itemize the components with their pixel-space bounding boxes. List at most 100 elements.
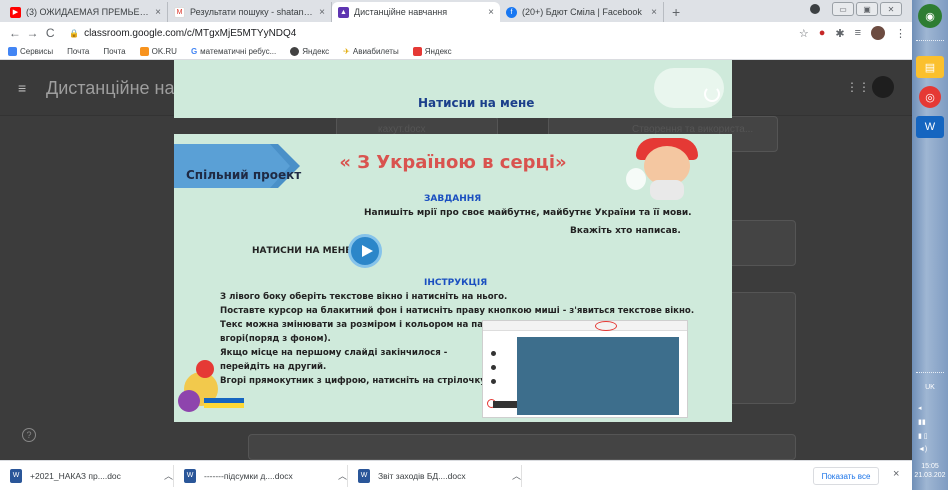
instruction-line: Поставте курсор на блакитний фон і натис… — [220, 306, 695, 316]
task-text: Напишіть мрії про своє майбутнє, майбутн… — [364, 208, 692, 218]
maximize-button[interactable]: ▣ — [856, 2, 878, 16]
press-me-label: НАТИСНИ НА МЕНЕ — [252, 246, 352, 256]
slide-top-preview: Натисни на мене — [174, 60, 732, 118]
instruction-line: Текс можна змінювати за розміром і кольо… — [220, 320, 505, 330]
back-button[interactable]: ← — [6, 26, 24, 40]
address-bar[interactable]: 🔒 classroom.google.com/c/MTgxMjE5MTYyNDQ… — [65, 24, 793, 42]
clock-date: 21.03.202 — [914, 472, 946, 479]
bookmark-yandex-2[interactable]: Яндекс — [412, 47, 452, 56]
playlist-icon[interactable]: ≡ — [855, 27, 861, 39]
ok-icon — [139, 47, 149, 56]
instruction-line: Вгорі прямокутник з цифрою, натисніть на… — [220, 376, 490, 386]
account-avatar[interactable] — [872, 76, 894, 98]
extension-icon[interactable]: ● — [819, 27, 826, 39]
apps-grid-icon — [8, 47, 17, 56]
instruction-heading: ІНСТРУКЦІЯ — [424, 278, 488, 288]
help-icon[interactable]: ? — [22, 428, 36, 442]
tab-title: Результати пошуку - shatan80@ — [190, 7, 314, 17]
bookmark-mail-1[interactable]: Почта — [67, 47, 89, 56]
download-item[interactable]: W -------підсумки д....docx ︿ — [184, 464, 348, 487]
taskbar-grip — [916, 40, 944, 43]
close-icon[interactable]: × — [319, 7, 325, 18]
play-icon[interactable] — [348, 234, 382, 268]
screenshot-canvas — [517, 337, 679, 415]
close-icon[interactable]: × — [155, 7, 161, 18]
toolbar-icons: ☆ ● ✱ ≡ ⋮ — [799, 26, 906, 40]
bookmark-label: Яндекс — [302, 47, 330, 56]
screenshot-toolbar — [483, 321, 687, 331]
instruction-line: Якщо місце на першому слайді закінчилося… — [220, 348, 448, 358]
forward-button[interactable]: → — [24, 26, 42, 40]
chrome-icon[interactable]: ◎ — [919, 86, 941, 108]
tab-gmail-search[interactable]: M Результати пошуку - shatan80@ × — [168, 2, 332, 22]
show-all-button[interactable]: Показать все — [813, 467, 879, 485]
task-heading: ЗАВДАННЯ — [424, 194, 482, 204]
minimize-button[interactable]: ▭ — [832, 2, 854, 16]
puzzle-icon[interactable]: ✱ — [835, 27, 844, 40]
close-icon[interactable]: × — [651, 7, 657, 18]
highlight-circle — [595, 321, 617, 331]
word-icon[interactable]: W — [916, 116, 944, 138]
bookmark-services[interactable]: Сервисы — [8, 47, 53, 56]
taskbar-grip — [916, 372, 944, 375]
chevron-up-icon[interactable]: ︿ — [164, 469, 173, 482]
star-icon[interactable]: ☆ — [799, 27, 809, 40]
bookmark-label: Сервисы — [20, 47, 54, 56]
folder-icon[interactable]: ▤ — [916, 56, 944, 78]
close-downloads-icon[interactable]: × — [893, 468, 899, 480]
reload-button[interactable]: C — [41, 26, 59, 40]
chevron-up-icon[interactable]: ︿ — [338, 469, 347, 482]
bookmark-avia[interactable]: ✈ Авиабилеты — [343, 47, 399, 56]
download-item[interactable]: W Звіт заходів БД....docx ︿ — [358, 464, 522, 487]
task-text-2: Вкажіть хто написав. — [570, 226, 681, 236]
tab-classroom[interactable]: ▲ Дистанційне навчання × — [332, 2, 500, 22]
word-doc-icon: W — [184, 468, 196, 483]
volume-icon[interactable]: ◄) — [918, 446, 927, 453]
bookmark-mail-2[interactable]: Почта — [103, 47, 125, 56]
new-tab-button[interactable]: + — [672, 2, 680, 22]
word-doc-icon: W — [10, 468, 22, 483]
clock[interactable]: 15:05 21.03.202 — [912, 462, 948, 480]
project-slide: Спільний проект « З Україною в серці» ЗА… — [174, 134, 732, 422]
download-item[interactable]: W +2021_НАКАЗ пр....doc ︿ — [10, 464, 174, 487]
screen: ▶ (3) ОЖИДАЕМАЯ ПРЕМЬЕРА 20 × M Результа… — [0, 0, 948, 490]
girl-body-decoration — [650, 180, 684, 200]
swirl-decoration — [704, 86, 720, 102]
instruction-screenshot — [482, 320, 688, 418]
bookmark-label: OK.RU — [151, 47, 177, 56]
bookmark-label: Авиабилеты — [352, 47, 399, 56]
bookmark-label: Почта — [103, 47, 126, 56]
signal-icon[interactable]: ▮ ▯ — [918, 432, 928, 440]
bookmark-okru[interactable]: OK.RU — [139, 47, 177, 56]
profile-avatar[interactable] — [871, 26, 886, 40]
instruction-line: вгорі(поряд з фоном). — [220, 334, 331, 344]
tab-strip: ▶ (3) ОЖИДАЕМАЯ ПРЕМЬЕРА 20 × M Результа… — [0, 0, 912, 22]
close-icon[interactable]: × — [488, 7, 494, 18]
press-me-button-label[interactable]: Натисни на мене — [418, 96, 534, 110]
record-icon — [810, 4, 820, 14]
bookmark-yandex-1[interactable]: Яндекс — [290, 47, 329, 56]
tab-title: (20+) Бдют Сміла | Facebook — [522, 7, 642, 17]
download-name: Звіт заходів БД....docx — [378, 470, 466, 481]
bookmarks-bar: Сервисы Почта Почта OK.RU Gматематичні р… — [0, 44, 912, 60]
language-indicator[interactable]: UK — [912, 384, 948, 391]
tab-facebook[interactable]: f (20+) Бдют Сміла | Facebook × — [500, 2, 664, 22]
start-orb-icon[interactable]: ◉ — [918, 4, 942, 28]
address-toolbar: ← → C 🔒 classroom.google.com/c/MTgxMjE5M… — [0, 22, 912, 44]
chevron-up-icon[interactable]: ︿ — [512, 469, 521, 482]
bookmark-rebus[interactable]: Gматематичні ребус... — [191, 47, 276, 56]
instruction-line: перейдіть на другий. — [220, 362, 327, 372]
close-window-button[interactable]: ✕ — [880, 2, 902, 16]
tool-dot — [491, 365, 496, 370]
tab-youtube[interactable]: ▶ (3) ОЖИДАЕМАЯ ПРЕМЬЕРА 20 × — [4, 2, 168, 22]
tooltip-bar — [493, 401, 517, 408]
more-menu-icon[interactable]: ⋮ — [895, 27, 906, 40]
menu-icon[interactable]: ≡ — [18, 80, 26, 96]
network-icon[interactable]: ▮▮ — [918, 418, 926, 426]
youtube-icon: ▶ — [10, 6, 21, 18]
tray-arrow-icon[interactable]: ◂ — [918, 404, 922, 412]
download-name: -------підсумки д....docx — [204, 470, 293, 481]
word-doc-icon: W — [358, 468, 370, 483]
download-name: +2021_НАКАЗ пр....doc — [30, 470, 121, 481]
poppy-decoration — [196, 360, 214, 378]
